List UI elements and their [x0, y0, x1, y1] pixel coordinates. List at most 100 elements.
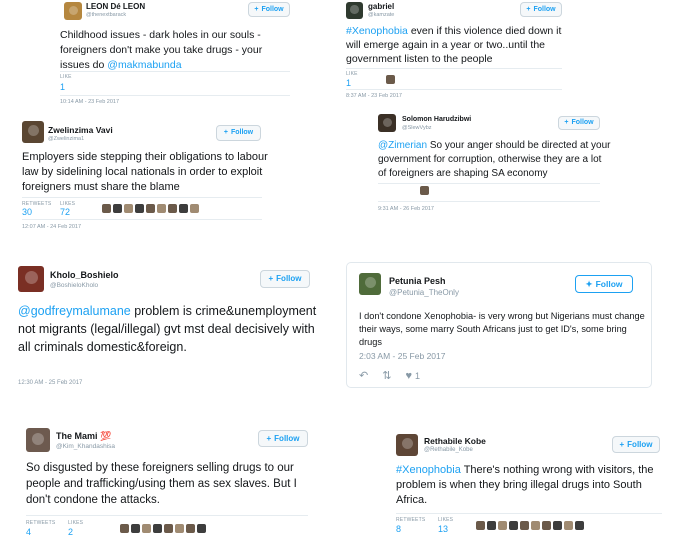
- liker-avatar[interactable]: [124, 204, 133, 213]
- liker-avatar[interactable]: [142, 524, 151, 533]
- liker-avatar[interactable]: [153, 524, 162, 533]
- retweets-count[interactable]: 4: [26, 527, 31, 537]
- retweets-label: RETWEETS: [396, 517, 426, 523]
- liker-avatar[interactable]: [420, 186, 429, 195]
- liker-avatar[interactable]: [168, 204, 177, 213]
- user-handle[interactable]: @kamzate: [368, 12, 394, 18]
- user-handle[interactable]: @BoshieloKholo: [50, 282, 98, 289]
- avatar[interactable]: [64, 2, 82, 20]
- retweet-icon[interactable]: ⇅: [382, 369, 391, 382]
- liker-avatar[interactable]: [476, 521, 485, 530]
- avatar[interactable]: [26, 428, 50, 452]
- likes-label: LIKE: [60, 74, 72, 80]
- person-plus-icon: +: [266, 434, 272, 443]
- liker-avatar[interactable]: [186, 524, 195, 533]
- mention-link[interactable]: @makmabunda: [107, 59, 181, 71]
- display-name[interactable]: The Mami 💯: [56, 431, 111, 442]
- avatar[interactable]: [18, 266, 44, 292]
- timestamp[interactable]: 8:37 AM - 23 Feb 2017: [346, 93, 402, 99]
- tweet-card: Rethabile Kobe @Rethabile_Kobe + Follow #…: [392, 430, 670, 545]
- hashtag-link[interactable]: #Xenophobia: [346, 25, 408, 37]
- timestamp[interactable]: 9:31 AM - 26 Feb 2017: [378, 206, 434, 212]
- avatar[interactable]: [346, 2, 363, 19]
- liker-avatar[interactable]: [509, 521, 518, 530]
- follow-label: Follow: [274, 434, 300, 443]
- tweet-text: #Xenophobia There's nothing wrong with v…: [396, 464, 654, 506]
- liker-avatar[interactable]: [564, 521, 573, 530]
- follow-button[interactable]: ✦ Follow: [575, 275, 633, 293]
- display-name[interactable]: LEON Dé LEON: [86, 2, 145, 11]
- reply-icon[interactable]: ↶: [359, 369, 368, 382]
- avatar[interactable]: [22, 121, 44, 143]
- retweets-count[interactable]: 8: [396, 524, 401, 534]
- liker-avatar[interactable]: [531, 521, 540, 530]
- liker-avatar[interactable]: [164, 524, 173, 533]
- liker-avatar[interactable]: [131, 524, 140, 533]
- user-handle[interactable]: @Rethabile_Kobe: [424, 447, 473, 453]
- likes-count[interactable]: 72: [60, 207, 70, 217]
- mention-link[interactable]: @godfreymalumane: [18, 304, 131, 318]
- liker-avatar[interactable]: [102, 204, 111, 213]
- display-name[interactable]: gabriel: [368, 2, 394, 11]
- liker-avatar[interactable]: [553, 521, 562, 530]
- user-handle[interactable]: @thenextbarack: [86, 12, 126, 18]
- like-button[interactable]: ♥ 1: [405, 370, 420, 382]
- timestamp[interactable]: 12:30 AM - 25 Feb 2017: [18, 380, 82, 386]
- follow-button[interactable]: + Follow: [258, 430, 308, 447]
- tweet-text: @Zimerian So your anger should be direct…: [378, 140, 611, 179]
- liker-avatar[interactable]: [520, 521, 529, 530]
- follow-button[interactable]: + Follow: [558, 116, 600, 130]
- display-name[interactable]: Kholo_Boshielo: [50, 270, 119, 280]
- user-handle[interactable]: @SlewVybz: [402, 125, 432, 131]
- liker-avatar[interactable]: [120, 524, 129, 533]
- divider: [22, 219, 262, 220]
- likes-count[interactable]: 1: [60, 82, 65, 92]
- likes-count[interactable]: 2: [68, 527, 73, 537]
- user-handle[interactable]: @Petunia_TheOnly: [389, 288, 459, 297]
- display-name[interactable]: Rethabile Kobe: [424, 436, 486, 446]
- liker-avatar[interactable]: [498, 521, 507, 530]
- display-name[interactable]: Petunia Pesh: [389, 276, 446, 286]
- liker-avatar[interactable]: [542, 521, 551, 530]
- timestamp[interactable]: 2:03 AM - 25 Feb 2017: [359, 351, 445, 361]
- user-handle[interactable]: @Kim_Khandashisa: [56, 443, 115, 450]
- liker-avatar[interactable]: [146, 204, 155, 213]
- display-name[interactable]: Solomon Harudzibwi: [402, 116, 471, 123]
- like-count: 1: [414, 370, 420, 381]
- likes-count[interactable]: 13: [438, 524, 448, 534]
- follow-label: Follow: [230, 129, 254, 136]
- follow-button[interactable]: + Follow: [520, 2, 562, 17]
- liker-avatar[interactable]: [487, 521, 496, 530]
- follow-button[interactable]: + Follow: [248, 2, 290, 17]
- follow-label: Follow: [627, 440, 653, 449]
- tweet-card: Petunia Pesh @Petunia_TheOnly ✦ Follow I …: [346, 262, 652, 388]
- timestamp[interactable]: 10:14 AM - 23 Feb 2017: [60, 99, 119, 105]
- follow-button[interactable]: + Follow: [216, 125, 261, 141]
- liker-avatar[interactable]: [197, 524, 206, 533]
- likes-count[interactable]: 1: [346, 78, 351, 88]
- liker-avatar[interactable]: [175, 524, 184, 533]
- tweet-card: Solomon Harudzibwi @SlewVybz + Follow @Zi…: [372, 110, 612, 216]
- retweets-count[interactable]: 30: [22, 207, 32, 217]
- mention-link[interactable]: @Zimerian: [378, 140, 427, 151]
- liker-avatar[interactable]: [190, 204, 199, 213]
- hashtag-link[interactable]: #Xenophobia: [396, 464, 461, 476]
- liker-avatar[interactable]: [386, 75, 395, 84]
- follow-button[interactable]: + Follow: [612, 436, 660, 453]
- liker-avatar[interactable]: [179, 204, 188, 213]
- avatar[interactable]: [396, 434, 418, 456]
- person-plus-icon: +: [526, 6, 531, 13]
- follow-label: Follow: [595, 279, 623, 289]
- avatar[interactable]: [359, 273, 381, 295]
- liker-avatar[interactable]: [113, 204, 122, 213]
- follow-button[interactable]: + Follow: [260, 270, 310, 288]
- liker-avatar[interactable]: [135, 204, 144, 213]
- display-name[interactable]: Zwelinzima Vavi: [48, 125, 113, 135]
- timestamp[interactable]: 12:07 AM - 24 Feb 2017: [22, 224, 81, 230]
- liker-avatar[interactable]: [575, 521, 584, 530]
- avatar[interactable]: [378, 114, 396, 132]
- user-handle[interactable]: @Zwelinzima1: [48, 136, 84, 142]
- follow-label: Follow: [276, 274, 302, 283]
- liker-avatar[interactable]: [157, 204, 166, 213]
- follow-label: Follow: [261, 6, 284, 13]
